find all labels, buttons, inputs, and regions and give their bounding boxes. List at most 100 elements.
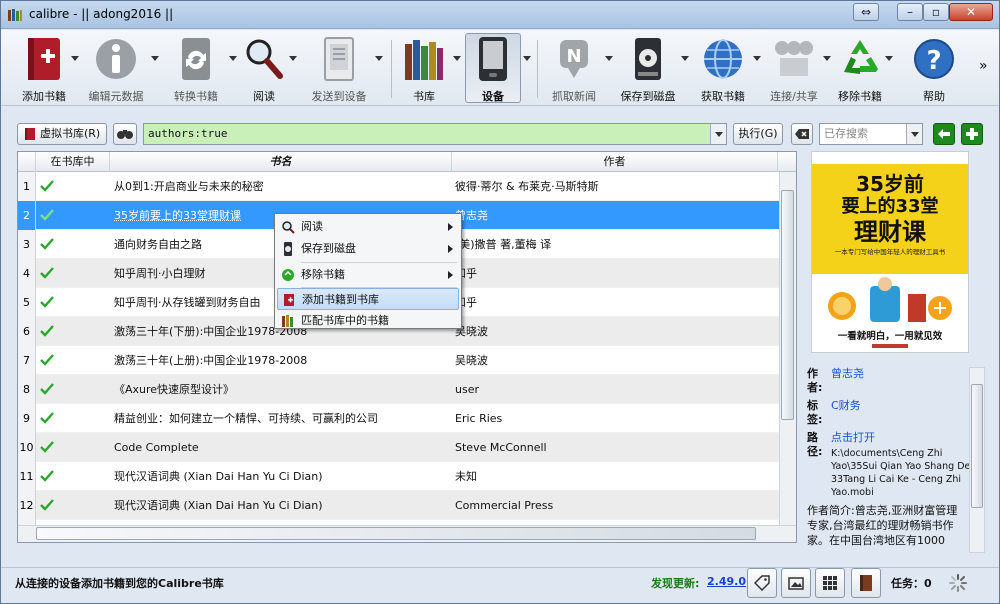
ctx-add-to-library[interactable]: 添加书籍到书库 [277, 288, 459, 310]
ctx-label: 匹配书库中的书籍 [301, 314, 389, 327]
remove-books-dropdown[interactable] [885, 56, 893, 61]
binoculars-icon [117, 130, 133, 139]
read-dropdown[interactable] [289, 56, 297, 61]
cover-grid-toggle-button[interactable] [781, 568, 811, 598]
fetch-news-dropdown[interactable] [605, 56, 613, 61]
grid-icon [823, 576, 837, 590]
toolbar-label: 移除书籍 [838, 90, 882, 103]
jobs-count[interactable]: 任务：0 [891, 575, 932, 591]
device-dropdown[interactable] [523, 56, 531, 61]
details-vertical-scrollbar[interactable] [969, 367, 985, 553]
edit-metadata-dropdown[interactable] [151, 56, 159, 61]
maximize-button[interactable]: ▫ [923, 3, 949, 21]
edit-metadata-button[interactable]: 编辑元数据 [85, 34, 147, 104]
author-link[interactable]: 曾志尧 [831, 367, 971, 381]
open-path-link[interactable]: 点击打开 [831, 431, 971, 445]
path-field: 路径: 点击打开 K:\documents\Ceng Zhi Yao\35Sui… [807, 431, 970, 498]
row-author: 曾志尧 [455, 209, 488, 222]
grid-view-button[interactable] [815, 568, 845, 598]
connect-share-button[interactable]: 连接/共享 [765, 34, 823, 104]
add-book-dropdown[interactable] [71, 56, 79, 61]
header-in-library[interactable]: 在书库中 [36, 152, 110, 172]
get-books-dropdown[interactable] [753, 56, 761, 61]
maximize-icon: ▫ [931, 5, 941, 19]
ereader-device-icon [479, 37, 507, 81]
ctx-read[interactable]: 阅读 [277, 216, 459, 238]
table-row[interactable]: 9 精益创业：如何建立一个精悍、可持续、可赢利的公司 Eric Ries [18, 404, 796, 433]
tag-browser-button[interactable] [747, 568, 777, 598]
scroll-thumb[interactable] [971, 384, 983, 508]
toolbar-label: 帮助 [923, 90, 945, 103]
book-cover[interactable]: 35岁前 要上的33堂 理财课 一本专门写给中国年轻人的理财工具书 一看就明白，… [811, 151, 969, 353]
add-search-button[interactable] [961, 123, 983, 145]
save-to-disk-button[interactable]: 保存到磁盘 [617, 34, 679, 104]
tag-link[interactable]: C财务 [831, 399, 971, 413]
row-number: 8 [18, 375, 36, 404]
convert-book-button[interactable]: 转换书籍 [167, 34, 225, 104]
saved-search-combo[interactable]: 已存搜索 [819, 123, 923, 145]
help-button[interactable]: ? 帮助 [909, 34, 959, 104]
book-list-table: 在书库中 书名 作者 1 从0到1:开启商业与未来的秘密 彼得·蒂尔 & 布莱克·马… [17, 151, 797, 543]
minimize-button[interactable]: – [897, 3, 923, 21]
scroll-thumb[interactable] [36, 527, 756, 540]
clear-search-button[interactable] [791, 123, 813, 145]
table-row[interactable]: 7 激荡三十年(上册):中国企业1978-2008 吴晓波 [18, 346, 796, 375]
save-to-disk-dropdown[interactable] [681, 56, 689, 61]
convert-book-dropdown[interactable] [229, 56, 237, 61]
save-search-button[interactable] [933, 123, 955, 145]
ctx-match-library-books[interactable]: 匹配书库中的书籍 [277, 310, 459, 332]
get-books-button[interactable]: 获取书籍 [695, 34, 751, 104]
table-row[interactable]: 10 Code Complete Steve McConnell [18, 433, 796, 462]
library-dropdown[interactable] [453, 56, 461, 61]
table-row[interactable]: 1 从0到1:开启商业与未来的秘密 彼得·蒂尔 & 布莱克·马斯特斯 [18, 172, 796, 201]
restore-arrows-button[interactable]: ⇔ [853, 3, 879, 21]
row-author: 彼得·蒂尔 & 布莱克·马斯特斯 [455, 180, 599, 193]
close-button[interactable]: ✕ [949, 3, 993, 21]
table-row[interactable]: 12 现代汉语词典 (Xian Dai Han Yu Ci Dian) Commer… [18, 491, 796, 520]
ctx-label: 保存到磁盘 [301, 242, 356, 255]
header-title[interactable]: 书名 [110, 152, 452, 172]
menu-separator [301, 262, 457, 263]
cover-illustration [828, 277, 952, 322]
ctx-save-to-disk[interactable]: 保存到磁盘 [277, 238, 459, 260]
cover-title-2: 要上的33堂 [841, 196, 939, 217]
publisher-logo [872, 344, 908, 348]
scroll-thumb[interactable] [781, 190, 794, 420]
row-author: 未知 [455, 470, 477, 483]
execute-search-button[interactable]: 执行(G) [733, 123, 783, 145]
table-horizontal-scrollbar[interactable] [18, 525, 796, 542]
device-button[interactable]: 设备 [467, 34, 519, 104]
fetch-news-button[interactable]: N 抓取新闻 [545, 34, 603, 104]
read-button[interactable]: 阅读 [241, 34, 287, 104]
send-to-device-dropdown[interactable] [375, 56, 383, 61]
row-number: 2 [18, 201, 36, 230]
book-details-toggle-button[interactable] [851, 568, 881, 598]
row-number: 3 [18, 230, 36, 259]
toolbar-separator [391, 40, 392, 98]
connect-share-dropdown[interactable] [823, 56, 831, 61]
toolbar-overflow-chevron[interactable]: » [979, 58, 988, 74]
add-book-button[interactable]: 添加书籍 [15, 34, 73, 104]
book-details-panel: 35岁前 要上的33堂 理财课 一本专门写给中国年轻人的理财工具书 一看就明白，… [801, 151, 985, 551]
update-version-link[interactable]: 2.49.0 [707, 575, 746, 588]
virtual-library-button[interactable]: 虚拟书库(R) [17, 123, 107, 145]
busy-spinner-icon [949, 574, 967, 592]
row-number: 9 [18, 404, 36, 433]
table-vertical-scrollbar[interactable] [779, 172, 796, 526]
table-row[interactable]: 11 现代汉语词典 (Xian Dai Han Yu Ci Dian) 未知 [18, 462, 796, 491]
in-library-check-icon [40, 238, 54, 250]
library-button[interactable]: 书库 [399, 34, 449, 104]
row-author: Eric Ries [455, 412, 503, 425]
search-history-dropdown[interactable] [710, 124, 726, 144]
table-row[interactable]: 8 《Axure快速原型设计》 user [18, 375, 796, 404]
binoculars-button[interactable] [113, 123, 137, 145]
remove-books-button[interactable]: 移除书籍 [835, 34, 885, 104]
header-author[interactable]: 作者 [452, 152, 778, 172]
submenu-arrow-icon [448, 223, 453, 231]
search-input[interactable]: authors:true [143, 123, 727, 145]
send-to-device-button[interactable]: 发送到设备 [303, 34, 375, 104]
ctx-remove-books[interactable]: 移除书籍 [277, 264, 459, 286]
recycle-icon [282, 269, 294, 281]
toolbar-label: 添加书籍 [22, 90, 66, 103]
saved-search-dropdown[interactable] [906, 124, 922, 144]
